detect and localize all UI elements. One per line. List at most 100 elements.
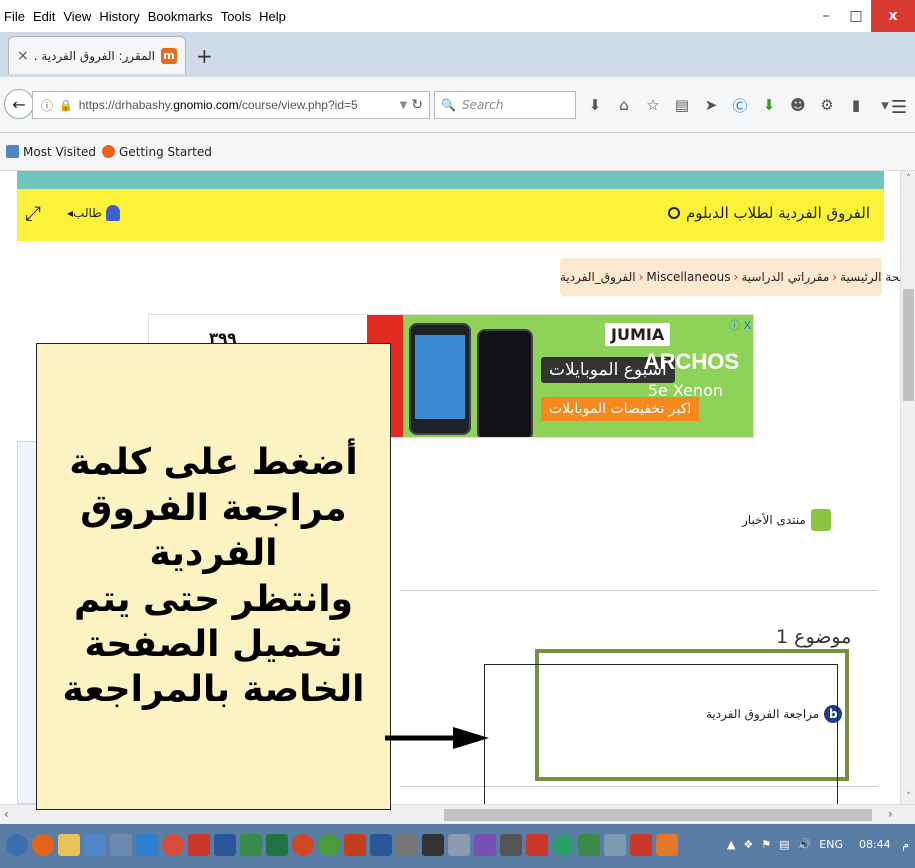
app5-icon[interactable] <box>630 834 652 856</box>
search-bar[interactable]: 🔍 Search <box>434 91 576 119</box>
firefox-icon <box>102 145 116 158</box>
reload-icon[interactable]: ↻ <box>411 97 423 113</box>
app4-icon[interactable] <box>604 834 626 856</box>
new-tab-button[interactable]: + <box>196 44 213 68</box>
home-icon[interactable]: ⌂ <box>613 95 635 115</box>
scroll-thumb[interactable] <box>903 289 914 401</box>
close-window-button[interactable]: x <box>871 0 915 32</box>
excel2-icon[interactable] <box>266 834 288 856</box>
windows-taskbar: ▲ ❖ ⚑ ▤ 🔊 ENG 08:44 م <box>0 824 915 868</box>
bluetooth-icon[interactable] <box>84 834 106 856</box>
menu-tools[interactable]: Tools <box>221 9 251 24</box>
tray-expand-icon[interactable]: ▲ <box>727 838 735 851</box>
expand-icon[interactable]: ⤢ <box>25 201 41 225</box>
word-icon[interactable] <box>214 834 236 856</box>
visio-icon[interactable] <box>370 834 392 856</box>
ad-close-icon[interactable]: ⓘ X <box>729 317 751 333</box>
extension-icon[interactable]: ⚙ <box>816 95 838 115</box>
course-title[interactable]: الفروق الفردية لطلاب الدبلوم <box>686 204 870 222</box>
bookmark-folder-icon <box>6 145 19 158</box>
breadcrumb-separator-icon: ‹ <box>733 270 739 284</box>
user-menu[interactable]: ◂ طالب <box>67 205 120 221</box>
tab-close-icon[interactable]: × <box>17 48 29 64</box>
menu-bookmarks[interactable]: Bookmarks <box>148 9 213 24</box>
ad-offer: اكبر تخفيضات الموبايلات <box>541 397 700 421</box>
scroll-down-icon[interactable]: ˅ <box>901 789 915 804</box>
dropbox-icon[interactable]: ❖ <box>743 838 753 851</box>
forum-icon <box>810 509 831 531</box>
hamburger-menu-icon[interactable]: ☰ <box>891 97 907 118</box>
globe-icon[interactable] <box>318 834 340 856</box>
bookmark-getting-started[interactable]: Getting Started <box>102 145 212 159</box>
reading-list-icon[interactable]: ▤ <box>671 95 693 115</box>
breadcrumb-home[interactable]: الصفحة الرئيسية <box>840 270 900 284</box>
scroll-thumb[interactable] <box>444 809 872 821</box>
url-bar[interactable]: ⓘ 🔒 https://drhabashy.gnomio.com/course/… <box>32 91 430 119</box>
maximize-button[interactable]: □ <box>841 0 871 32</box>
tool-icon[interactable] <box>396 834 418 856</box>
news-forum-link[interactable]: منتدى الأخبار <box>742 509 831 531</box>
menu-view[interactable]: View <box>63 9 91 24</box>
send-icon[interactable]: ➤ <box>700 95 722 115</box>
bookmark-most-visited[interactable]: Most Visited <box>6 145 96 159</box>
explorer-icon[interactable] <box>58 834 80 856</box>
menu-edit[interactable]: Edit <box>33 9 55 24</box>
scroll-up-icon[interactable]: ˄ <box>901 171 915 186</box>
app-icon[interactable] <box>500 834 522 856</box>
tab-bar: × المقرر: الفروق الفردية ... m + <box>0 32 915 77</box>
network-tray-icon[interactable]: ▤ <box>779 838 789 851</box>
app2-icon[interactable] <box>552 834 574 856</box>
star-icon[interactable]: ☆ <box>642 95 664 115</box>
flag-icon[interactable]: ⚑ <box>761 838 771 851</box>
callout-text: أضغط على كلمة مراجعة الفروق الفردية وانت… <box>62 442 365 711</box>
clock[interactable]: 08:44 م <box>851 838 909 851</box>
minimize-button[interactable]: – <box>811 0 841 32</box>
search-icon: 🔍 <box>441 98 456 112</box>
forum-label: منتدى الأخبار <box>742 513 806 527</box>
menu-file[interactable]: File <box>4 9 25 24</box>
moodle-favicon-icon: m <box>161 47 177 64</box>
tab-course[interactable]: × المقرر: الفروق الفردية ... m <box>8 36 186 74</box>
jumia-logo: JUMIA <box>605 323 671 346</box>
search-taskbar-icon[interactable] <box>110 834 132 856</box>
breadcrumb-course[interactable]: الفروق_الفردية <box>560 270 636 284</box>
menu-help[interactable]: Help <box>259 9 286 24</box>
network-icon[interactable] <box>448 834 470 856</box>
excel-icon[interactable] <box>240 834 262 856</box>
window-controls: – □ x <box>811 0 915 32</box>
annotation-box <box>484 664 838 804</box>
chrome-icon[interactable] <box>162 834 184 856</box>
vertical-scrollbar[interactable]: ˄ ˅ <box>900 171 915 804</box>
site-info-icon[interactable]: ⓘ <box>41 97 53 114</box>
download-green-icon[interactable]: ⬇ <box>758 95 780 115</box>
publisher-icon[interactable] <box>344 834 366 856</box>
back-arrow-icon: ← <box>12 94 26 114</box>
scroll-right-icon[interactable]: › <box>888 807 893 821</box>
clock-time: 08:44 <box>858 838 891 851</box>
start-icon[interactable] <box>6 834 28 856</box>
download-icon[interactable]: ⬇ <box>584 95 606 115</box>
url-text[interactable]: https://drhabashy.gnomio.com/course/view… <box>79 98 400 112</box>
scroll-left-icon[interactable]: ‹ <box>4 807 9 821</box>
url-dropdown-icon[interactable]: ▼ <box>400 100 408 111</box>
language-indicator[interactable]: ENG <box>819 838 843 851</box>
app3-icon[interactable] <box>578 834 600 856</box>
ie-icon[interactable] <box>136 834 158 856</box>
system-tray: ▲ ❖ ⚑ ▤ 🔊 ENG 08:44 م <box>719 838 909 851</box>
app6-icon[interactable] <box>656 834 678 856</box>
breadcrumb-category[interactable]: Miscellaneous <box>646 270 730 284</box>
filezilla-icon[interactable] <box>526 834 548 856</box>
chat-icon[interactable]: ☻ <box>787 95 809 115</box>
back-button[interactable]: ← <box>4 89 34 119</box>
visual-studio-icon[interactable] <box>474 834 496 856</box>
powerpoint-icon[interactable] <box>292 834 314 856</box>
menu-history[interactable]: History <box>99 9 139 24</box>
skype-icon[interactable]: Ⓒ <box>729 95 751 115</box>
firefox-taskbar-icon[interactable] <box>32 834 54 856</box>
terminal-icon[interactable] <box>422 834 444 856</box>
acrobat-icon[interactable] <box>188 834 210 856</box>
volume-icon[interactable]: 🔊 <box>798 838 812 851</box>
battery-icon[interactable]: ▮ <box>845 95 867 115</box>
breadcrumb-my-courses[interactable]: مقرراتي الدراسية <box>741 270 829 284</box>
course-indicator-icon <box>668 207 680 219</box>
